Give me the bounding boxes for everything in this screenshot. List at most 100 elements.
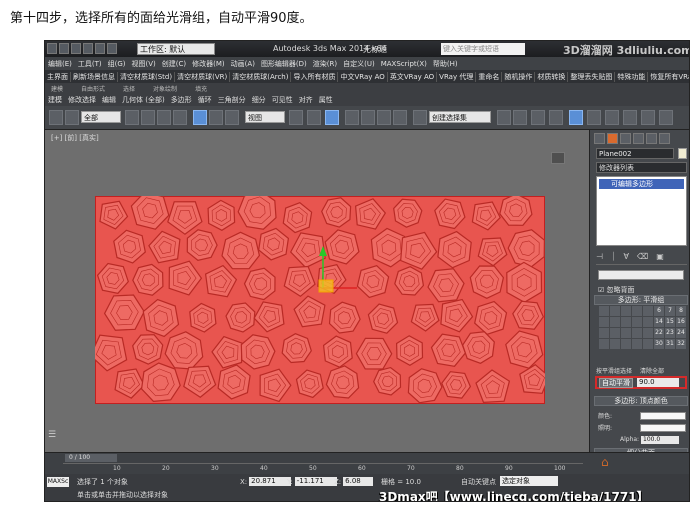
ribbon-subtab-10[interactable]: 属性 bbox=[316, 95, 336, 105]
snap-toggle-icon[interactable] bbox=[345, 110, 359, 125]
viewcube-icon[interactable] bbox=[551, 152, 565, 164]
plugin-button-6[interactable]: 中文VRay AO bbox=[338, 71, 388, 82]
menu-item-10[interactable]: MAXScript(X) bbox=[378, 60, 430, 68]
smoothing-group-button[interactable]: 15 bbox=[665, 317, 675, 327]
named-selection-dropdown[interactable]: 创建选择集 bbox=[429, 111, 491, 123]
track-bar[interactable]: 10 20 30 40 50 60 70 80 90 100 bbox=[63, 463, 583, 474]
pin-stack-icon[interactable]: ⊣ bbox=[596, 252, 603, 262]
color-swatch[interactable] bbox=[640, 411, 686, 420]
smoothing-group-button[interactable] bbox=[621, 317, 631, 327]
smoothing-group-button[interactable] bbox=[632, 339, 642, 349]
plugin-button-11[interactable]: 材质转换 bbox=[535, 71, 569, 82]
ribbon-subtab-1[interactable]: 修改选择 bbox=[65, 95, 99, 105]
smoothing-group-button[interactable]: 32 bbox=[676, 339, 686, 349]
render-icon[interactable] bbox=[659, 110, 673, 125]
smoothing-group-button[interactable] bbox=[610, 306, 620, 316]
clear-all-button[interactable]: 清除全部 bbox=[640, 366, 664, 375]
new-file-icon[interactable] bbox=[47, 43, 57, 54]
pivot-icon[interactable] bbox=[289, 110, 303, 125]
smoothing-group-button[interactable]: 16 bbox=[676, 317, 686, 327]
plugin-button-12[interactable]: 整理丢失贴图 bbox=[568, 71, 616, 82]
edit-named-sets-icon[interactable] bbox=[413, 110, 427, 125]
smoothing-group-button[interactable]: 24 bbox=[676, 328, 686, 338]
smoothing-group-button[interactable]: 30 bbox=[654, 339, 664, 349]
smoothing-group-button[interactable] bbox=[643, 306, 653, 316]
configure-sets-icon[interactable]: ▣ bbox=[656, 252, 664, 262]
plugin-button-10[interactable]: 随机操作 bbox=[502, 71, 536, 82]
auto-smooth-button[interactable]: 自动平滑 bbox=[599, 377, 633, 388]
angle-snap-icon[interactable] bbox=[361, 110, 375, 125]
smoothing-group-button[interactable] bbox=[599, 306, 609, 316]
plugin-button-13[interactable]: 特殊功能 bbox=[615, 71, 649, 82]
select-by-sg-button[interactable]: 按平滑组选择 bbox=[596, 366, 632, 375]
layer-manager-icon[interactable] bbox=[531, 110, 545, 125]
utilities-tab-icon[interactable] bbox=[659, 133, 670, 144]
selection-filter-dropdown[interactable]: 全部 bbox=[81, 111, 121, 123]
plugin-button-9[interactable]: 重命名 bbox=[476, 71, 503, 82]
smoothing-group-button[interactable] bbox=[632, 328, 642, 338]
smoothing-group-button[interactable] bbox=[610, 328, 620, 338]
key-filter-icon[interactable]: ⌂ bbox=[601, 455, 629, 473]
ribbon-subtab-9[interactable]: 对齐 bbox=[296, 95, 316, 105]
ribbon-subtab-6[interactable]: 三角剖分 bbox=[215, 95, 249, 105]
ribbon-tab-3[interactable]: 对象绘制 bbox=[153, 84, 177, 93]
viewport-nav-icon[interactable]: ☰ bbox=[48, 430, 56, 440]
smoothing-group-button[interactable] bbox=[610, 317, 620, 327]
rect-selection-icon[interactable] bbox=[157, 110, 171, 125]
ribbon-subtab-0[interactable]: 建模 bbox=[45, 95, 65, 105]
search-input[interactable]: 键入关键字或短语 bbox=[441, 43, 525, 55]
workspace-dropdown[interactable]: 工作区: 默认 bbox=[137, 43, 215, 55]
object-name-field[interactable]: Plane002 bbox=[596, 148, 674, 159]
display-tab-icon[interactable] bbox=[646, 133, 657, 144]
rendered-frame-icon[interactable] bbox=[641, 110, 655, 125]
smoothing-group-button[interactable]: 22 bbox=[654, 328, 664, 338]
make-unique-icon[interactable]: ∀ bbox=[624, 252, 629, 262]
smoothing-group-button[interactable] bbox=[632, 317, 642, 327]
window-crossing-icon[interactable] bbox=[173, 110, 187, 125]
stack-item-editable-poly[interactable]: 可编辑多边形 bbox=[599, 179, 684, 189]
show-end-result-icon[interactable]: ⏐ bbox=[611, 252, 616, 262]
render-setup-icon[interactable] bbox=[623, 110, 637, 125]
select-object-icon[interactable] bbox=[125, 110, 139, 125]
select-by-name-icon[interactable] bbox=[141, 110, 155, 125]
preset-dropdown[interactable] bbox=[598, 270, 684, 280]
smoothing-group-button[interactable] bbox=[599, 317, 609, 327]
y-input[interactable]: -11.171 bbox=[294, 477, 337, 486]
mirror-icon[interactable] bbox=[497, 110, 511, 125]
z-input[interactable]: 6.08 bbox=[343, 477, 374, 486]
align-icon[interactable] bbox=[513, 110, 527, 125]
reference-coord-dropdown[interactable]: 视图 bbox=[245, 111, 285, 123]
menu-item-5[interactable]: 修改器(M) bbox=[189, 59, 228, 69]
ignore-backfacing-checkbox[interactable]: ☑ 忽略背面 bbox=[598, 285, 635, 295]
open-file-icon[interactable] bbox=[59, 43, 69, 54]
select-rotate-icon[interactable] bbox=[209, 110, 223, 125]
percent-snap-icon[interactable] bbox=[377, 110, 391, 125]
smoothing-group-button[interactable]: 31 bbox=[665, 339, 675, 349]
alpha-input[interactable]: 100.0 bbox=[641, 436, 680, 444]
smoothing-group-button[interactable] bbox=[599, 339, 609, 349]
maxscript-listener[interactable]: MAXSc bbox=[47, 477, 69, 487]
smoothing-group-button[interactable] bbox=[643, 328, 653, 338]
illum-swatch[interactable] bbox=[640, 423, 686, 432]
auto-key-button[interactable]: 自动关键点 bbox=[461, 477, 496, 487]
plugin-button-14[interactable]: 恢复所有VRay对 bbox=[648, 72, 689, 82]
object-color-swatch[interactable] bbox=[678, 148, 687, 159]
manipulate-icon[interactable] bbox=[307, 110, 321, 125]
rollout-smoothing-groups[interactable]: 多边形: 平滑组 bbox=[594, 295, 688, 305]
plugin-button-5[interactable]: 导入所有材质 bbox=[291, 71, 339, 82]
material-editor-icon[interactable] bbox=[605, 110, 619, 125]
save-file-icon[interactable] bbox=[71, 43, 81, 54]
plugin-button-3[interactable]: 清空材质球(VR) bbox=[175, 71, 231, 82]
smoothing-group-button[interactable]: 14 bbox=[654, 317, 664, 327]
menu-item-1[interactable]: 工具(T) bbox=[75, 59, 105, 69]
front-viewport[interactable]: [+] [前] [真实] ☰ bbox=[45, 130, 589, 452]
ribbon-subtab-7[interactable]: 细分 bbox=[249, 95, 269, 105]
ribbon-subtab-5[interactable]: 循环 bbox=[195, 95, 215, 105]
smoothing-group-button[interactable] bbox=[621, 328, 631, 338]
ribbon-tab-1[interactable]: 自由形式 bbox=[81, 84, 105, 93]
plugin-button-2[interactable]: 清空材质球(Std) bbox=[118, 71, 176, 82]
auto-smooth-threshold-input[interactable]: 90.0 bbox=[637, 378, 679, 387]
x-input[interactable]: 20.871 bbox=[249, 477, 292, 486]
link-icon[interactable] bbox=[65, 110, 79, 125]
remove-modifier-icon[interactable]: ⌫ bbox=[637, 252, 648, 262]
